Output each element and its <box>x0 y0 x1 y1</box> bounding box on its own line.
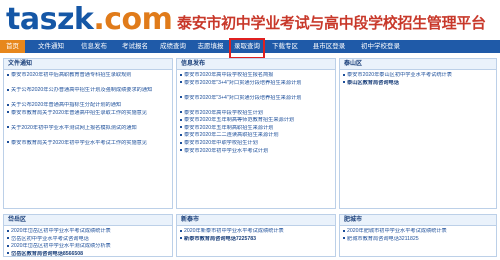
list-item[interactable]: 新泰市教育局咨询电话7225783 <box>180 236 332 244</box>
site-logo[interactable]: taszk.com <box>6 2 173 37</box>
nav-item-registration[interactable]: 考试报名 <box>116 40 154 53</box>
list-item[interactable]: 泰安市2020年"3+4"对口贯通分段培养招生来源计划 <box>180 95 332 110</box>
nav-item-scores[interactable]: 成绩查询 <box>154 40 192 53</box>
list-item[interactable]: 岱岳区初中学业水平考试咨询电话 <box>7 236 169 244</box>
list-item[interactable]: 泰安市2020年泰山区初中学业水平考试统计表 <box>343 72 493 80</box>
site-title: 泰安市初中学业考试与高中段学校招生管理平台 <box>177 14 486 32</box>
nav-item-downloads[interactable]: 下载专区 <box>265 40 305 53</box>
list-item[interactable]: 岱岳区教育局咨询电话8566508 <box>7 251 169 259</box>
nav-item-school-login[interactable]: 初中学校登录 <box>353 40 408 53</box>
list-item[interactable]: 泰安市教育局关于2020年普通高中招生录取工作的实施意见 <box>7 110 169 125</box>
list-item[interactable]: 泰安市2020年中职学校招生计划 <box>180 140 332 148</box>
panel-title: 信息发布 <box>177 59 335 70</box>
list-item[interactable]: 肥城市教育局咨询电话3211825 <box>343 236 493 244</box>
panel-title: 肥城市 <box>340 215 496 226</box>
panel-notices: 文件通知 泰安市2020年初中后高职教育普通专科招生录取规则 关于公布2020年… <box>3 58 173 209</box>
list-item[interactable]: 泰安市2020年初中学业水平考试计划 <box>180 148 332 156</box>
panel-taishan: 泰山区 泰安市2020年泰山区初中学业水平考试统计表 泰山区教育局咨询电话 <box>339 58 497 209</box>
panel-title: 岱岳区 <box>4 215 172 226</box>
panel-feicheng: 肥城市 2020年肥城市初中学业水平考试成绩统计表 肥城市教育局咨询电话3211… <box>339 214 497 257</box>
list-item[interactable]: 2020年岱岳区初中学业水平考试成绩统计表 <box>7 228 169 236</box>
site-header: taszk.com 泰安市初中学业考试与高中段学校招生管理平台 <box>0 0 500 40</box>
nav-item-info[interactable]: 信息发布 <box>72 40 116 53</box>
list-item[interactable]: 关于公布2020年普通高中指标生分配计划的通知 <box>7 102 169 110</box>
admission-highlight-box <box>229 38 265 59</box>
logo-main: taszk <box>6 2 94 37</box>
panel-title: 新泰市 <box>177 215 335 226</box>
list-item[interactable]: 关于公布2020年公办普通高中招生计划及强制成绩要求的通知 <box>7 87 169 102</box>
list-item[interactable]: 泰安市2020年"3+4"对口贯通分段培养招生来源计划 <box>180 80 332 95</box>
list-item[interactable]: 2020年岱岳区初中学业水平测试成绩分析表 <box>7 243 169 251</box>
list-item[interactable]: 泰安市2020年二二连读高职招生来源计划 <box>180 132 332 140</box>
list-item[interactable]: 泰安市2020年高中段学校招生计划 <box>180 110 332 118</box>
nav-item-home[interactable]: 首页 <box>0 40 25 53</box>
panel-info: 信息发布 泰安市2020年高中段学校招生报名简报 泰安市2020年"3+4"对口… <box>176 58 336 209</box>
nav-item-notices[interactable]: 文件通知 <box>30 40 72 53</box>
list-item[interactable]: 泰安市教育局关于2020年初中学业水平考试工作的实施意见 <box>7 140 169 155</box>
list-item[interactable]: 泰山区教育局咨询电话 <box>343 80 493 88</box>
list-item[interactable]: 泰安市2020年五年制高职招生来源计划 <box>180 125 332 133</box>
list-item[interactable]: 泰安市2020年高中段学校招生报名简报 <box>180 72 332 80</box>
list-item[interactable]: 2020年新泰市初中学业水平考试成绩统计表 <box>180 228 332 236</box>
list-item[interactable]: 关于2020年初中学业水平测试网上报名模拟测试的通知 <box>7 125 169 140</box>
panel-title: 文件通知 <box>4 59 172 70</box>
logo-tld: .com <box>93 2 173 37</box>
nav-item-county-login[interactable]: 县市区登录 <box>305 40 353 53</box>
nav-item-application[interactable]: 志愿填报 <box>192 40 229 53</box>
list-item[interactable]: 2020年肥城市初中学业水平考试成绩统计表 <box>343 228 493 236</box>
list-item[interactable]: 泰安市2020年初中后高职教育普通专科招生录取规则 <box>7 72 169 87</box>
panel-title: 泰山区 <box>340 59 496 70</box>
list-item[interactable]: 泰安市2020年五年制高等师范教育招生来源计划 <box>180 117 332 125</box>
panel-xintai: 新泰市 2020年新泰市初中学业水平考试成绩统计表 新泰市教育局咨询电话7225… <box>176 214 336 257</box>
panel-daiyue: 岱岳区 2020年岱岳区初中学业水平考试成绩统计表 岱岳区初中学业水平考试咨询电… <box>3 214 173 257</box>
